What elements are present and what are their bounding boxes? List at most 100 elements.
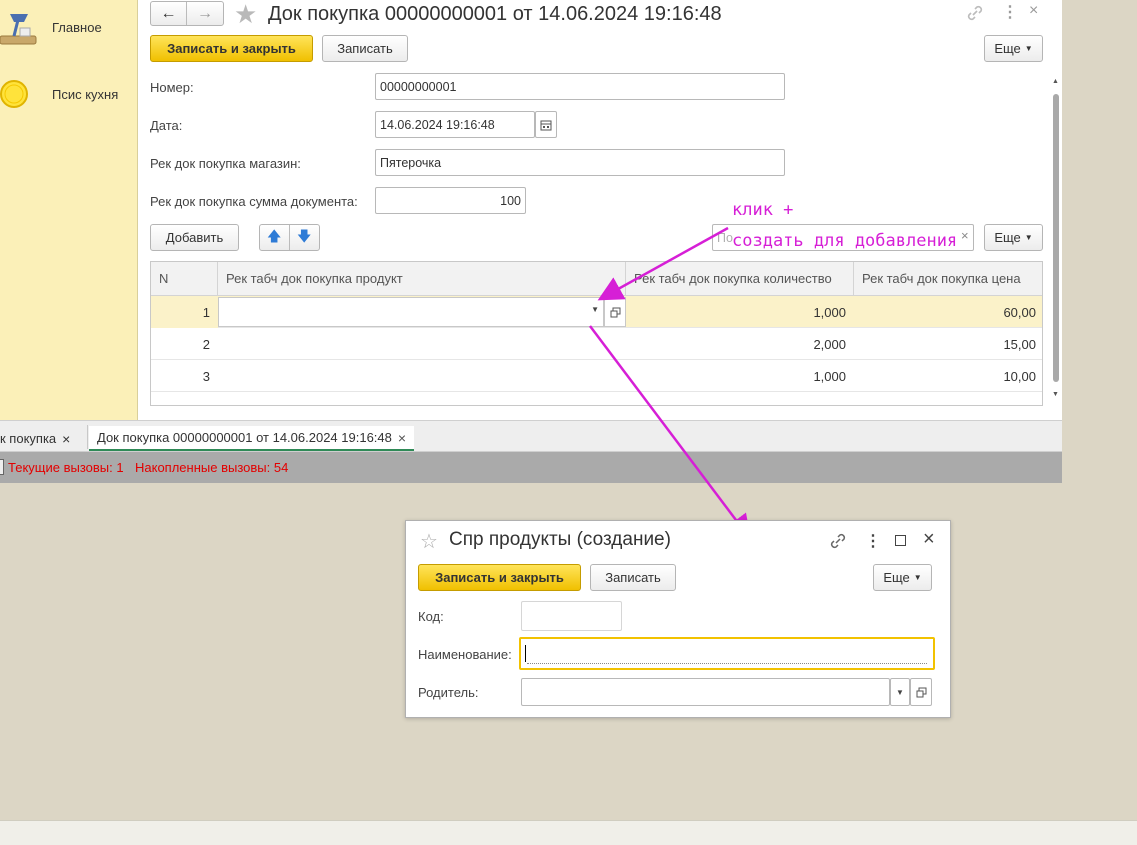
chevron-down-icon: ▼ xyxy=(913,573,922,582)
performance-status-bar: Текущие вызовы: 1 Накопленные вызовы: 54 xyxy=(0,452,1062,483)
tab-purchase-list[interactable]: к покупка × xyxy=(0,426,70,451)
code-label: Код: xyxy=(418,609,444,624)
column-header-n[interactable]: N xyxy=(151,262,218,296)
sidebar-item-label: Псис кухня xyxy=(52,87,119,102)
product-input[interactable]: ▼ xyxy=(218,297,604,327)
product-cell[interactable] xyxy=(218,328,626,360)
sum-label: Рек док покупка сумма документа: xyxy=(150,194,358,209)
sidebar-item-main[interactable]: Главное xyxy=(0,8,138,48)
column-header-quantity[interactable]: Рек табч док покупка количество xyxy=(626,262,854,296)
current-calls-text: Текущие вызовы: 1 xyxy=(8,460,124,475)
tab-label: к покупка xyxy=(0,431,57,446)
tab-divider xyxy=(87,425,88,449)
back-arrow-icon[interactable]: ← xyxy=(151,2,188,25)
parent-field[interactable] xyxy=(521,678,890,706)
dialog-title: Спр продукты (создание) xyxy=(449,529,671,550)
more-button[interactable]: Еще ▼ xyxy=(984,35,1043,62)
number-label: Номер: xyxy=(150,80,194,95)
date-field[interactable]: 14.06.2024 19:16:48 xyxy=(375,111,535,138)
favorite-star-icon[interactable]: ☆ xyxy=(420,529,438,554)
scroll-up-icon[interactable]: ▲ xyxy=(1052,78,1059,85)
calendar-button[interactable] xyxy=(535,111,557,138)
scroll-down-icon[interactable]: ▼ xyxy=(1052,391,1059,398)
bottom-strip xyxy=(0,820,1137,845)
date-label: Дата: xyxy=(150,118,183,133)
sidebar-item-psis-kitchen[interactable]: Псис кухня xyxy=(0,75,138,115)
maximize-icon[interactable] xyxy=(895,535,906,546)
add-row-button[interactable]: Добавить xyxy=(150,224,239,251)
table-row[interactable]: 3 1,000 10,00 xyxy=(151,360,1042,392)
parent-label: Родитель: xyxy=(418,685,479,700)
parent-open-button[interactable] xyxy=(910,678,932,706)
tab-label: Док покупка 00000000001 от 14.06.2024 19… xyxy=(97,430,392,445)
chevron-down-icon: ▼ xyxy=(1024,44,1033,53)
kebab-menu-icon[interactable]: ⋮ xyxy=(1002,2,1018,22)
status-checkbox[interactable] xyxy=(0,459,4,475)
more-label: Еще xyxy=(883,570,910,585)
products-table: N Рек табч док покупка продукт Рек табч … xyxy=(150,261,1043,406)
calendar-icon xyxy=(540,120,552,130)
name-field[interactable] xyxy=(519,637,935,670)
annotation-click: клик + xyxy=(732,200,794,220)
parent-dropdown-button[interactable]: ▼ xyxy=(890,678,910,706)
open-button[interactable] xyxy=(604,297,626,327)
kebab-menu-icon[interactable]: ⋮ xyxy=(865,531,881,551)
open-windows-bar: к покупка × Док покупка 00000000001 от 1… xyxy=(0,420,1062,452)
clear-search-icon[interactable]: × xyxy=(961,228,969,243)
close-icon[interactable]: × xyxy=(923,528,935,551)
move-up-arrow-icon[interactable]: 🡅 xyxy=(260,225,290,250)
input-underline xyxy=(527,663,927,664)
save-button[interactable]: Записать xyxy=(590,564,676,591)
desk-lamp-icon xyxy=(0,14,37,45)
code-field[interactable] xyxy=(521,601,622,631)
quantity-cell[interactable]: 2,000 xyxy=(626,328,854,360)
quantity-cell[interactable]: 1,000 xyxy=(626,360,854,392)
forward-arrow-icon[interactable]: → xyxy=(187,2,223,25)
price-cell[interactable]: 60,00 xyxy=(854,296,1042,328)
move-down-arrow-icon[interactable]: 🡇 xyxy=(290,225,319,250)
chevron-down-icon: ▼ xyxy=(1024,233,1033,242)
name-label: Наименование: xyxy=(418,647,512,662)
nav-buttons: ← → xyxy=(150,1,224,26)
vertical-scrollbar[interactable]: ▲ ▼ xyxy=(1051,78,1061,405)
yellow-circle-icon xyxy=(0,80,28,108)
column-header-price[interactable]: Рек табч док покупка цена xyxy=(854,262,1042,296)
page-title: Док покупка 00000000001 от 14.06.2024 19… xyxy=(268,3,722,25)
save-and-close-button[interactable]: Записать и закрыть xyxy=(418,564,581,591)
number-field[interactable]: 00000000001 xyxy=(375,73,785,100)
save-and-close-button[interactable]: Записать и закрыть xyxy=(150,35,313,62)
more-label: Еще xyxy=(994,230,1021,245)
table-more-button[interactable]: Еще ▼ xyxy=(984,224,1043,251)
product-cell[interactable] xyxy=(218,360,626,392)
price-cell[interactable]: 15,00 xyxy=(854,328,1042,360)
row-number: 3 xyxy=(202,368,210,384)
dropdown-arrow-icon[interactable]: ▼ xyxy=(591,305,599,314)
favorite-star-icon[interactable]: ★ xyxy=(234,0,257,30)
link-icon[interactable] xyxy=(966,4,984,22)
table-row[interactable]: 2 2,000 15,00 xyxy=(151,328,1042,360)
link-icon[interactable] xyxy=(829,532,847,550)
more-label: Еще xyxy=(994,41,1021,56)
sum-field[interactable]: 100 xyxy=(375,187,526,214)
open-window-icon xyxy=(916,687,926,697)
scrollbar-thumb[interactable] xyxy=(1053,94,1059,382)
row-number: 1 xyxy=(151,296,218,328)
close-icon[interactable]: × xyxy=(1029,2,1038,20)
sidebar-item-label: Главное xyxy=(52,20,102,35)
quantity-cell[interactable]: 1,000 xyxy=(626,296,854,328)
tab-purchase-document[interactable]: Док покупка 00000000001 от 14.06.2024 19… xyxy=(89,426,415,451)
move-buttons: 🡅 🡇 xyxy=(259,224,320,251)
shop-field[interactable]: Пятерочка xyxy=(375,149,785,176)
annotation-create: создать для добавления xyxy=(732,231,958,251)
column-header-product[interactable]: Рек табч док покупка продукт xyxy=(218,262,626,296)
more-button[interactable]: Еще ▼ xyxy=(873,564,932,591)
document-form: ← → ★ Док покупка 00000000001 от 14.06.2… xyxy=(138,0,1062,420)
shop-label: Рек док покупка магазин: xyxy=(150,156,301,171)
table-row[interactable]: 1 ▼ 1,000 60,00 xyxy=(151,296,1042,328)
text-cursor xyxy=(525,645,526,662)
close-tab-icon[interactable]: × xyxy=(62,431,70,447)
open-window-icon xyxy=(610,307,620,317)
close-tab-icon[interactable]: × xyxy=(398,430,406,446)
save-button[interactable]: Записать xyxy=(322,35,408,62)
price-cell[interactable]: 10,00 xyxy=(854,360,1042,392)
